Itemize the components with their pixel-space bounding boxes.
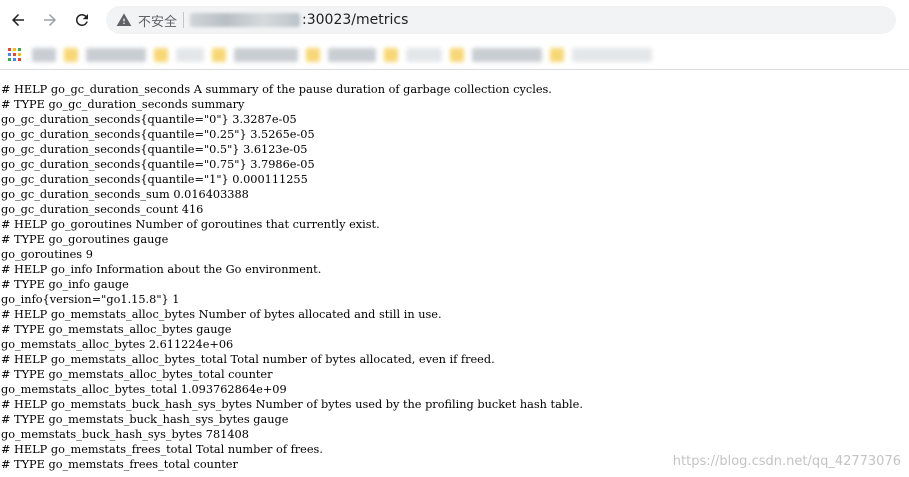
forward-arrow-icon [44,14,56,26]
metrics-line: # TYPE go_memstats_alloc_bytes gauge [1,323,232,336]
metrics-line: # TYPE go_memstats_buck_hash_sys_bytes g… [1,413,289,426]
metrics-line: go_gc_duration_seconds_sum 0.016403388 [1,188,249,201]
metrics-line: # HELP go_memstats_alloc_bytes_total Tot… [1,353,495,366]
bookmark-folder-icon[interactable] [154,47,168,62]
bookmark-item[interactable] [86,47,146,62]
forward-button[interactable] [36,6,64,34]
metrics-line: go_goroutines 9 [1,248,93,261]
bookmark-item[interactable] [328,47,376,62]
bookmarks-bar [0,40,909,70]
metrics-line: go_gc_duration_seconds{quantile="1"} 0.0… [1,173,308,186]
bookmark-item[interactable] [472,47,542,62]
metrics-page-body: # HELP go_gc_duration_seconds A summary … [0,70,909,472]
address-divider [183,12,185,28]
metrics-line: # HELP go_info Information about the Go … [1,263,322,276]
metrics-line: # TYPE go_info gauge [1,278,129,291]
back-button[interactable] [4,6,32,34]
insecure-label[interactable]: 不安全 [138,11,177,30]
bookmark-item[interactable] [406,47,442,62]
warning-triangle-icon[interactable] [116,12,132,28]
metrics-line: go_gc_duration_seconds{quantile="0.25"} … [1,128,315,141]
metrics-line: # TYPE go_goroutines gauge [1,233,169,246]
metrics-line: # HELP go_gc_duration_seconds A summary … [1,83,552,96]
bookmark-item[interactable] [176,47,204,62]
metrics-line: # TYPE go_memstats_alloc_bytes_total cou… [1,368,273,381]
watermark-text: https://blog.csdn.net/qq_42773076 [672,454,901,469]
metrics-line: # TYPE go_gc_duration_seconds summary [1,98,245,111]
bookmark-folder-icon[interactable] [450,47,464,62]
metrics-line: # HELP go_memstats_buck_hash_sys_bytes N… [1,398,583,411]
metrics-line: go_gc_duration_seconds_count 416 [1,203,204,216]
url-text[interactable]: :30023/metrics [190,12,408,28]
browser-window: 不安全 :30023/metrics # HELP go_gc_duration… [0,0,909,477]
metrics-line: # HELP go_goroutines Number of goroutine… [1,218,380,231]
browser-toolbar: 不安全 :30023/metrics [0,0,909,40]
metrics-line: go_gc_duration_seconds{quantile="0.5"} 3… [1,143,308,156]
bookmark-folder-icon[interactable] [384,47,398,62]
redacted-host [190,13,301,27]
metrics-line: go_gc_duration_seconds{quantile="0"} 3.3… [1,113,297,126]
metrics-line: # HELP go_memstats_alloc_bytes Number of… [1,308,442,321]
metrics-line: go_memstats_buck_hash_sys_bytes 781408 [1,428,249,441]
bookmark-item[interactable] [572,47,652,62]
bookmark-folder-icon[interactable] [64,47,78,62]
address-bar[interactable]: 不安全 :30023/metrics [106,6,896,34]
reload-button[interactable] [68,6,96,34]
reload-icon [76,13,88,26]
apps-grid-icon[interactable] [8,47,22,62]
bookmark-folder-icon[interactable] [306,47,320,62]
metrics-line: go_memstats_alloc_bytes 2.611224e+06 [1,338,234,351]
bookmark-folder-icon[interactable] [212,47,226,62]
bookmark-folder-icon[interactable] [550,47,564,62]
back-arrow-icon [12,14,24,26]
bookmark-item[interactable] [234,47,298,62]
bookmark-item[interactable] [32,47,56,62]
metrics-line: go_gc_duration_seconds{quantile="0.75"} … [1,158,315,171]
metrics-line: go_memstats_alloc_bytes_total 1.09376286… [1,383,287,396]
metrics-line: go_info{version="go1.15.8"} 1 [1,293,180,306]
url-suffix: :30023/metrics [302,12,409,28]
